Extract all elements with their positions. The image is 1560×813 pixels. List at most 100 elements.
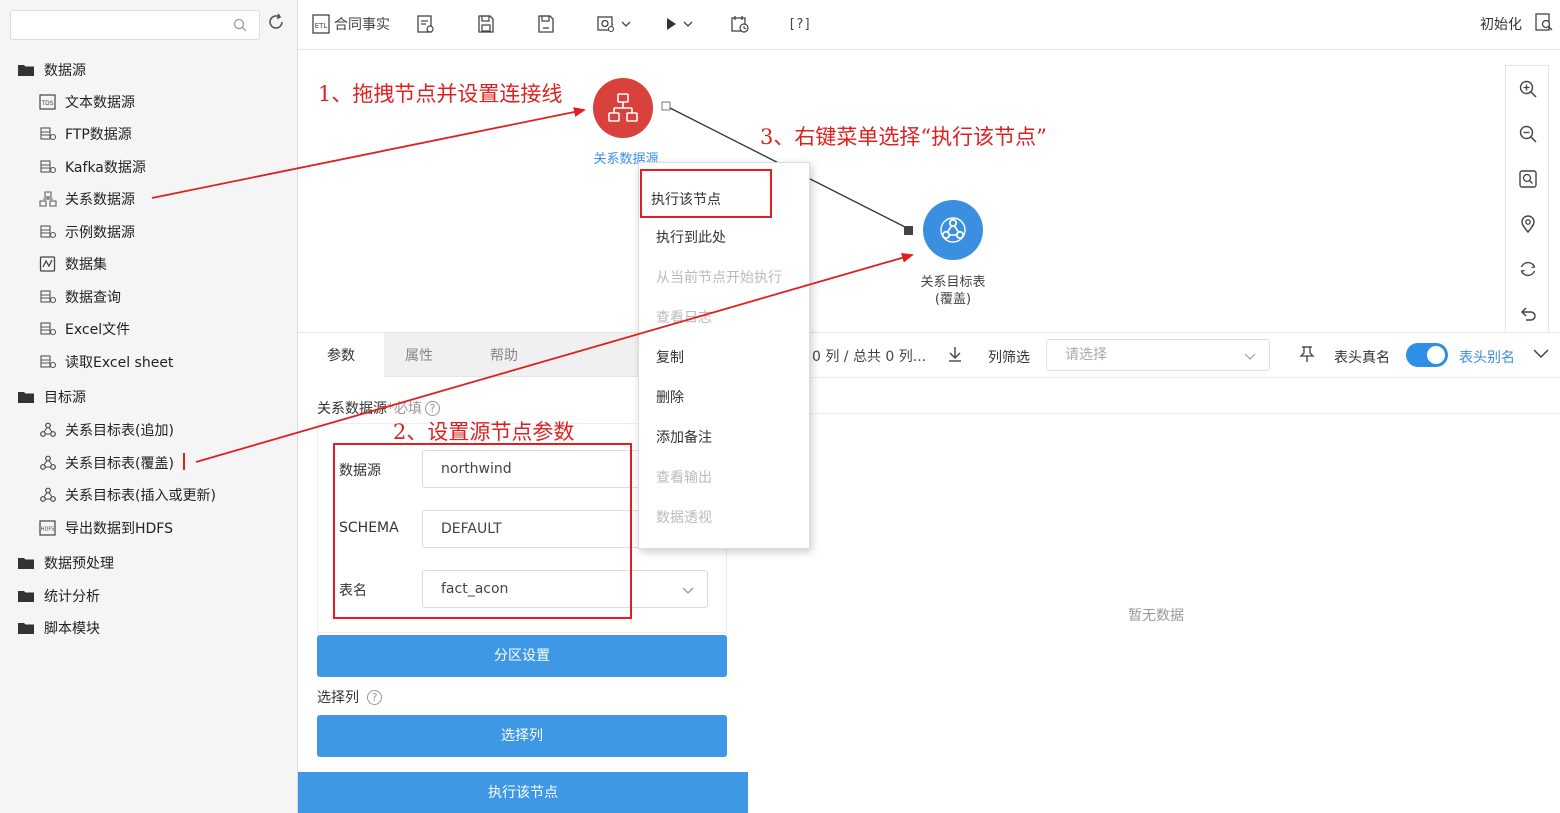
tree-folder[interactable]: 统计分析 [16, 584, 100, 608]
etl-icon: ETL [312, 14, 330, 34]
tree-folder[interactable]: 数据源 [16, 58, 86, 82]
annotation-step2: 2、设置源节点参数 [393, 420, 575, 444]
help-button[interactable]: [?] [788, 12, 811, 36]
folder-icon [16, 61, 36, 79]
tree-item-label: 数据预处理 [44, 556, 114, 572]
save-as-button[interactable] [536, 12, 556, 36]
context-menu-item: 查看日志 [656, 310, 712, 326]
context-menu-item[interactable]: 删除 [656, 387, 684, 407]
tree-item[interactable]: 数据集 [38, 252, 107, 276]
database-node-icon [608, 93, 638, 122]
share-node-icon [38, 454, 58, 472]
tree-item[interactable]: 数据查询 [38, 285, 121, 309]
execute-node-button[interactable]: 执行该节点 [298, 772, 748, 813]
tree-item[interactable]: Kafka数据源 [38, 155, 146, 179]
play-icon [667, 18, 676, 30]
hdfs-icon: HDFS [38, 519, 58, 537]
zoom-out-icon[interactable] [1518, 124, 1538, 144]
settings-dropdown[interactable] [596, 12, 632, 36]
database-icon [38, 353, 58, 371]
tree-item[interactable]: FTP数据源 [38, 122, 132, 146]
svg-text:ETL: ETL [315, 22, 328, 30]
refresh-icon[interactable] [266, 12, 286, 32]
help-question-icon[interactable]: ? [425, 401, 440, 416]
app-root: 数据源 TDS 文本数据源 FTP数据源 Kafka数据源关系数据源示例数据源数据集数据… [0, 0, 1560, 813]
tree-item[interactable]: Excel文件 [38, 317, 130, 341]
annotation-step3: 3、右键菜单选择“执行该节点” [760, 125, 1047, 149]
save-button[interactable] [476, 12, 496, 36]
tree-item[interactable]: TDS 文本数据源 [38, 90, 135, 114]
sidebar: 数据源 TDS 文本数据源 FTP数据源 Kafka数据源关系数据源示例数据源数据集数据… [0, 0, 298, 813]
tab-properties[interactable]: 属性 [376, 333, 462, 377]
node-search-box[interactable] [10, 10, 260, 40]
tree-item-label: 关系目标表(追加) [65, 423, 174, 439]
download-icon[interactable] [946, 345, 964, 363]
tree-item[interactable]: 示例数据源 [38, 220, 135, 244]
tree-item[interactable]: HDFS 导出数据到HDFS [38, 516, 173, 540]
zoom-in-icon[interactable] [1518, 79, 1538, 99]
search-icon[interactable] [233, 18, 247, 32]
tree-item-label: 统计分析 [44, 589, 100, 605]
share-node-icon [38, 421, 58, 439]
result-header-row [750, 378, 1560, 414]
header-real-name-label: 表头真名 [1334, 350, 1390, 366]
tree-item[interactable]: 关系目标表(追加) [38, 418, 174, 442]
database-icon [38, 125, 58, 143]
column-count-info: 0 列 / 总共 0 列... [812, 349, 927, 365]
target-node[interactable] [923, 200, 983, 260]
tree-item-label: 关系目标表(插入或更新) [65, 488, 216, 504]
partition-settings-button[interactable]: 分区设置 [317, 635, 727, 677]
tree-item-label: 数据集 [65, 257, 107, 273]
schedule-button[interactable] [730, 12, 750, 36]
tree-item[interactable]: 关系目标表(覆盖) [38, 451, 174, 475]
run-dropdown[interactable] [664, 12, 694, 36]
tree-item-label: Excel文件 [65, 322, 131, 338]
context-menu-item: 从当前节点开始执行 [656, 270, 782, 286]
context-menu-item[interactable]: 添加备注 [656, 427, 712, 447]
location-icon[interactable] [1518, 214, 1538, 234]
result-panel: 0 列 / 总共 0 列... 列筛选 请选择 表头真名 表头别名 暂无数据 [750, 332, 1560, 813]
node-search-input[interactable] [11, 11, 221, 39]
select-columns-button[interactable]: 选择列 [317, 715, 727, 757]
tree-item-label: 关系数据源 [65, 192, 135, 208]
help-question-icon[interactable]: ? [367, 690, 382, 705]
chevron-down-icon [1244, 353, 1256, 360]
column-filter-select[interactable]: 请选择 [1046, 339, 1270, 371]
toggle-knob [1427, 346, 1445, 364]
tree-item[interactable]: 关系数据源 [38, 187, 135, 211]
folder-icon [16, 554, 36, 572]
tree-folder[interactable]: 目标源 [16, 385, 86, 409]
context-menu-item[interactable]: 执行到此处 [656, 227, 726, 247]
context-menu-item[interactable]: 复制 [656, 347, 684, 367]
annotation-step1: 1、拖拽节点并设置连接线 [318, 82, 563, 106]
search-doc-icon[interactable] [1534, 12, 1554, 32]
folder-icon [16, 388, 36, 406]
required-note: *必填 [387, 401, 422, 417]
tree-item-label: 读取Excel sheet [65, 355, 174, 371]
tree-item[interactable]: 读取Excel sheet [38, 350, 173, 374]
chevron-down-icon [682, 587, 694, 594]
flow-title: ETL 合同事实 [312, 12, 390, 36]
reset-icon[interactable] [1518, 259, 1538, 279]
target-node-label-line2: (覆盖) [934, 292, 972, 307]
properties-button[interactable] [416, 12, 436, 36]
undo-icon[interactable] [1518, 304, 1538, 324]
init-button[interactable]: 初始化 [1480, 14, 1522, 34]
context-menu-item: 数据透视 [656, 510, 712, 526]
chevron-down-icon[interactable] [1532, 345, 1550, 363]
tab-help[interactable]: 帮助 [461, 333, 547, 377]
tree-item[interactable]: 关系目标表(插入或更新) [38, 483, 216, 507]
header-alias-label: 表头别名 [1459, 350, 1515, 366]
tree-folder[interactable]: 脚本模块 [16, 616, 100, 640]
relational-icon [38, 190, 58, 208]
fit-view-icon[interactable] [1518, 169, 1538, 189]
help-button-label: [?] [788, 16, 812, 32]
result-toolbar: 0 列 / 总共 0 列... 列筛选 请选择 表头真名 表头别名 [750, 333, 1560, 378]
source-node[interactable] [593, 78, 653, 138]
tree-folder[interactable]: 数据预处理 [16, 551, 114, 575]
canvas-tools [1505, 65, 1549, 332]
pin-icon[interactable] [1298, 345, 1316, 363]
context-menu-item: 查看输出 [656, 470, 712, 486]
header-name-toggle[interactable] [1406, 343, 1448, 367]
tab-params[interactable]: 参数 [298, 333, 384, 377]
